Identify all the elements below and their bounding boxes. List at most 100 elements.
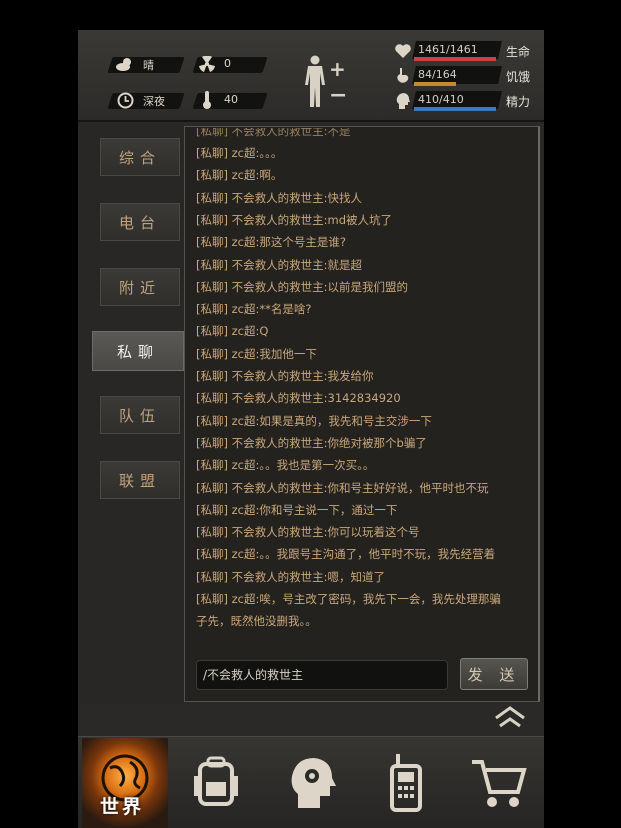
thermometer-icon	[196, 89, 218, 111]
message-text: 不会救人的救世主:嗯，知道了	[227, 569, 386, 584]
tab-nearby[interactable]: 附近	[100, 268, 180, 306]
message-text: zc超:如果是真的，我先和号主交涉一下	[227, 413, 432, 428]
chat-message: [私聊] zc超:你和号主说一下，通过一下	[196, 499, 528, 521]
list-item: [私聊] 不会救人的救世主:不是	[196, 128, 351, 138]
message-channel-tag: [私聊]	[196, 525, 228, 540]
message-channel-tag: [私聊]	[196, 413, 228, 428]
body-figure-icon[interactable]	[302, 55, 328, 109]
chat-message: [私聊] zc超:啊。	[196, 164, 528, 186]
health-value: 1461/1461	[418, 43, 478, 56]
chat-message: [私聊] 不会救人的救世主:3142834920	[196, 387, 528, 409]
message-text: 不会救人的救世主:快找人	[227, 190, 363, 205]
message-channel-tag: [私聊]	[196, 168, 228, 183]
backpack-icon[interactable]	[186, 752, 246, 812]
message-text: zc超:啊。	[227, 168, 283, 183]
message-text: 不会救人的救世主:你绝对被那个b骗了	[227, 435, 427, 450]
message-channel-tag: [私聊]	[196, 146, 228, 160]
stomach-icon	[392, 66, 414, 86]
plus-icon[interactable]: +	[329, 57, 346, 81]
message-text: zc超:我加他一下	[227, 346, 317, 361]
tab-team[interactable]: 队伍	[100, 396, 180, 434]
tab-radio[interactable]: 电台	[100, 203, 180, 241]
tab-general[interactable]: 综合	[100, 138, 180, 176]
message-channel-tag: [私聊]	[196, 279, 228, 294]
message-text: 不会救人的救世主:我发给你	[227, 369, 374, 383]
minus-icon[interactable]: −	[329, 83, 347, 108]
head-gear-icon[interactable]	[282, 752, 342, 812]
message-text: 不会救人的救世主:3142834920	[227, 391, 401, 406]
shopping-cart-icon[interactable]	[468, 752, 528, 812]
message-text: 不会救人的救世主:你可以玩着这个号	[227, 525, 420, 540]
chat-message: [私聊] 不会救人的救世主:你可以玩着这个号	[196, 521, 528, 543]
message-text: zc超:你和号主说一下，通过一下	[227, 502, 398, 517]
heart-icon	[392, 41, 414, 61]
chat-message: 子先，既然他没删我。。	[196, 610, 528, 632]
chat-message: [私聊] zc超:Q	[196, 320, 528, 342]
chat-message: [私聊] 不会救人的救世主:以前是我们盟的	[196, 276, 528, 298]
send-button[interactable]: 发 送	[460, 658, 528, 690]
chat-message: [私聊] zc超:。。我跟号主沟通了，他平时不玩，我先经营着	[196, 543, 528, 565]
message-channel-tag: [私聊]	[196, 480, 228, 495]
message-text: zc超:**名是啥?	[227, 302, 312, 317]
message-text: 不会救人的救世主:md被人坑了	[227, 212, 393, 227]
health-bar	[414, 57, 496, 61]
clock-icon	[114, 89, 136, 111]
message-text: zc超:。。我跟号主沟通了，他平时不玩，我先经营着	[227, 547, 496, 562]
energy-value: 410/410	[418, 93, 464, 106]
message-channel-tag: [私聊]	[196, 502, 228, 517]
message-channel-tag: [私聊]	[196, 369, 228, 383]
time-value: 深夜	[143, 95, 165, 108]
world-label: 世界	[100, 796, 145, 818]
collapse-chevron-icon[interactable]	[494, 706, 526, 728]
chat-message: [私聊] 不会救人的救世主:我发给你	[196, 365, 528, 387]
stat-hunger: 84/164 饥饿	[388, 66, 534, 88]
hunger-value: 84/164	[418, 68, 457, 81]
message-text: 子先，既然他没删我。。	[196, 614, 317, 629]
message-text: 不会救人的救世主:以前是我们盟的	[227, 279, 409, 294]
chat-message: [私聊] 不会救人的救世主:嗯，知道了	[196, 566, 528, 588]
chat-message: [私聊] zc超:那这个号主是谁?	[196, 231, 528, 253]
radiation-value: 0	[224, 57, 231, 70]
message-channel-tag: [私聊]	[196, 547, 228, 562]
message-channel-tag: [私聊]	[196, 190, 228, 205]
energy-label: 精力	[506, 95, 531, 109]
energy-bar	[414, 107, 496, 111]
message-text: zc超:那这个号主是谁?	[227, 235, 346, 250]
weather-value: 晴	[143, 59, 154, 72]
chat-message: [私聊] zc超:唉，号主改了密码，我先下一会，我先处理那骗	[196, 588, 528, 610]
chat-message: [私聊] zc超:**名是啥?	[196, 298, 528, 320]
message-channel-tag: [私聊]	[196, 212, 228, 227]
message-channel-tag: [私聊]	[196, 391, 228, 406]
chat-message: [私聊] 不会救人的救世主:md被人坑了	[196, 209, 528, 231]
message-channel-tag: [私聊]	[196, 346, 228, 361]
health-label: 生命	[506, 45, 531, 59]
message-channel-tag: [私聊]	[196, 302, 228, 317]
message-channel-tag: [私聊]	[196, 257, 228, 272]
message-channel-tag: [私聊]	[196, 435, 228, 450]
chat-input[interactable]: /不会救人的救世主	[196, 660, 448, 690]
hunger-bar	[414, 82, 456, 86]
chat-message: [私聊] zc超:。。。	[196, 142, 528, 164]
message-text: zc超:。。我也是第一次买。。	[227, 458, 375, 473]
message-channel-tag: [私聊]	[196, 458, 228, 473]
chat-message: [私聊] 不会救人的救世主:就是超	[196, 254, 528, 276]
tab-alliance[interactable]: 联盟	[100, 461, 180, 499]
temperature-value: 40	[224, 93, 238, 106]
chat-message: [私聊] 不会救人的救世主:你绝对被那个b骗了	[196, 432, 528, 454]
radiation-icon	[196, 53, 218, 75]
message-channel-tag: [私聊]	[196, 235, 228, 250]
message-channel-tag: [私聊]	[196, 592, 228, 606]
walkie-talkie-icon[interactable]	[376, 752, 436, 812]
message-text: zc超:Q	[227, 324, 269, 339]
tab-private-chat[interactable]: 私聊	[92, 331, 184, 371]
cloud-sun-icon	[114, 53, 136, 75]
message-text: zc超:。。。	[227, 146, 283, 160]
chat-message: [私聊] zc超:我加他一下	[196, 343, 528, 365]
chat-message: [私聊] 不会救人的救世主:快找人	[196, 187, 528, 209]
chat-message: [私聊] zc超:如果是真的，我先和号主交涉一下	[196, 410, 528, 432]
message-channel-tag: [私聊]	[196, 569, 228, 584]
chat-message: [私聊] 不会救人的救世主:你和号主好好说，他平时也不玩	[196, 477, 528, 499]
message-text: 不会救人的救世主:就是超	[227, 257, 363, 272]
chat-message: [私聊] zc超:。。我也是第一次买。。	[196, 454, 528, 476]
chat-message-list[interactable]: [私聊] 不会救人的救世主:不是 [私聊] zc超:。。。 [私聊] zc超:啊。…	[196, 128, 528, 648]
